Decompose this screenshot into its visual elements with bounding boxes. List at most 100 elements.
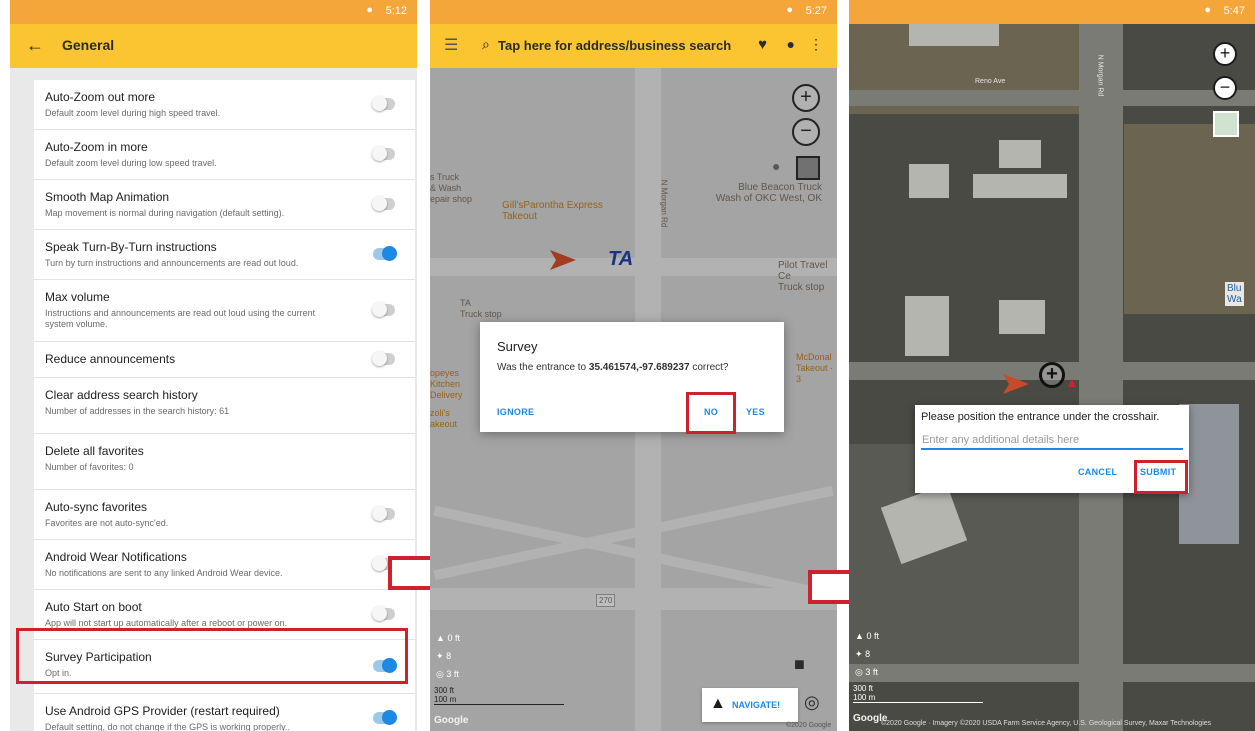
imagery-copyright: ©2020 Google · Imagery ©2020 USDA Farm S… [881, 720, 1212, 727]
satellite-screen: ● 5:47 Reno Ave N Morgan Rd + − Blu Wa +… [849, 0, 1255, 731]
recenter-icon[interactable]: ◎ [804, 692, 820, 713]
setting-speak-turn-by-turn[interactable]: Speak Turn-By-Turn instructions Turn by … [34, 230, 415, 280]
setting-title: Auto-sync favorites [45, 500, 148, 514]
building [909, 24, 999, 46]
toggle-switch[interactable] [372, 145, 395, 161]
map-copyright: ©2020 Google [786, 722, 832, 729]
satellite-icon: ✦ [855, 649, 863, 659]
setting-subtitle: Default setting, do not change if the GP… [45, 722, 290, 731]
setting-delete-favorites[interactable]: Delete all favorites Number of favorites… [34, 434, 415, 490]
status-time: 5:47 [1223, 5, 1245, 17]
road-label: Reno Ave [975, 78, 1006, 85]
toggle-switch[interactable] [373, 709, 397, 725]
setting-title: Clear address search history [45, 388, 198, 402]
search-bar[interactable]: Tap here for address/business search [498, 38, 731, 53]
menu-icon[interactable]: ☰ [444, 35, 458, 55]
altitude-value: 0 ft [447, 633, 460, 643]
yes-button[interactable]: YES [746, 407, 765, 417]
map-scale: 300 ft 100 m [853, 684, 983, 703]
building [909, 164, 949, 198]
dialog-title: Please position the entrance under the c… [921, 411, 1160, 423]
setting-subtitle: Turn by turn instructions and announceme… [45, 258, 299, 268]
cancel-button[interactable]: CANCEL [1078, 467, 1117, 477]
location-icon: ● [786, 4, 793, 16]
setting-reduce-announcements[interactable]: Reduce announcements [34, 342, 415, 378]
setting-subtitle: Favorites are not auto-sync'ed. [45, 518, 169, 528]
setting-title: Smooth Map Animation [45, 190, 170, 204]
setting-title: Max volume [45, 290, 110, 304]
details-input[interactable]: Enter any additional details here [921, 434, 1183, 450]
setting-max-volume[interactable]: Max volume Instructions and announcement… [34, 280, 415, 342]
setting-title: Use Android GPS Provider (restart requir… [45, 704, 280, 718]
setting-android-wear[interactable]: Android Wear Notifications No notificati… [34, 540, 415, 590]
dialog-message: Was the entrance to 35.461574,-97.689237… [497, 362, 728, 373]
toggle-switch[interactable] [372, 95, 395, 111]
current-location-arrow-icon [1003, 374, 1029, 394]
toggle-switch[interactable] [372, 301, 395, 317]
zoom-out-button[interactable]: − [1213, 76, 1237, 100]
satellite-count: 8 [865, 649, 871, 659]
setting-title: Delete all favorites [45, 444, 144, 458]
map-layers-button[interactable] [1213, 111, 1239, 137]
road-label: N Morgan Rd [1096, 54, 1104, 97]
setting-smooth-map-animation[interactable]: Smooth Map Animation Map movement is nor… [34, 180, 415, 230]
entrance-coords: 35.461574,-97.689237 [588, 362, 690, 373]
more-options-icon[interactable]: ⋮ [809, 36, 823, 53]
search-icon[interactable]: ⌕ [482, 36, 490, 53]
map-scale: 300 ft 100 m [434, 686, 564, 705]
scale-meters: 100 m [853, 693, 876, 702]
truck-icon[interactable]: ■ [794, 654, 805, 675]
setting-title: Auto Start on boot [45, 600, 142, 614]
building [905, 296, 949, 356]
toggle-switch[interactable] [372, 505, 395, 521]
toggle-switch[interactable] [373, 245, 397, 261]
toggle-switch[interactable] [372, 350, 395, 366]
zoom-in-button[interactable]: + [1213, 42, 1237, 66]
navigate-button[interactable]: ▲ NAVIGATE! [702, 688, 798, 722]
favorites-heart-icon[interactable]: ♥ [758, 36, 767, 53]
scale-feet: 300 ft [434, 686, 455, 695]
setting-subtitle: Map movement is normal during navigation… [45, 208, 285, 218]
back-arrow-icon[interactable]: ← [26, 35, 44, 56]
setting-android-gps[interactable]: Use Android GPS Provider (restart requir… [34, 694, 415, 731]
satellites-readout: ✦ 8 [436, 650, 451, 662]
status-time: 5:27 [805, 5, 827, 17]
building [999, 300, 1045, 334]
building [973, 174, 1067, 198]
location-icon: ● [366, 4, 373, 16]
setting-subtitle: Number of addresses in the search histor… [45, 406, 230, 416]
google-logo: Google [434, 715, 469, 726]
accuracy-readout: ◎ 3 ft [436, 668, 459, 680]
account-icon[interactable]: ● [787, 36, 795, 52]
setting-title: Reduce announcements [45, 352, 176, 366]
mountain-icon: ▲ [855, 631, 864, 641]
location-icon: ● [1204, 4, 1211, 16]
ignore-button[interactable]: IGNORE [497, 407, 534, 417]
status-time: 5:12 [385, 5, 407, 17]
message-prefix: Was the entrance to [497, 362, 589, 373]
highlight-submit-button [1134, 460, 1188, 494]
setting-clear-search-history[interactable]: Clear address search history Number of a… [34, 378, 415, 434]
status-bar: ● 5:27 [430, 0, 837, 24]
setting-subtitle: Default zoom level during low speed trav… [45, 158, 217, 168]
app-bar: ← General [10, 24, 417, 68]
satellite-icon: ✦ [436, 651, 444, 661]
toggle-switch[interactable] [372, 195, 395, 211]
accuracy-icon: ◎ [855, 667, 863, 677]
altitude-readout: ▲ 0 ft [855, 630, 879, 642]
accuracy-readout: ◎ 3 ft [855, 666, 878, 678]
settings-screen: ● 5:12 ← General Auto-Zoom out more Defa… [10, 0, 417, 731]
accuracy-icon: ◎ [436, 669, 444, 679]
setting-auto-zoom-in[interactable]: Auto-Zoom in more Default zoom level dur… [34, 130, 415, 180]
setting-title: Android Wear Notifications [45, 550, 187, 564]
setting-auto-sync-favorites[interactable]: Auto-sync favorites Favorites are not au… [34, 490, 415, 540]
setting-auto-zoom-out[interactable]: Auto-Zoom out more Default zoom level du… [34, 80, 415, 130]
building [999, 140, 1041, 168]
message-suffix: correct? [689, 362, 729, 373]
poi-name: Wa [1227, 294, 1242, 305]
poi-blue-beacon: Blu Wa [1225, 282, 1244, 306]
destination-marker-icon: ▲ [1065, 374, 1079, 390]
setting-title: Auto-Zoom in more [45, 140, 148, 154]
map-screen: ● 5:27 ☰ ⌕ Tap here for address/business… [430, 0, 837, 731]
mountain-icon: ▲ [436, 633, 445, 643]
